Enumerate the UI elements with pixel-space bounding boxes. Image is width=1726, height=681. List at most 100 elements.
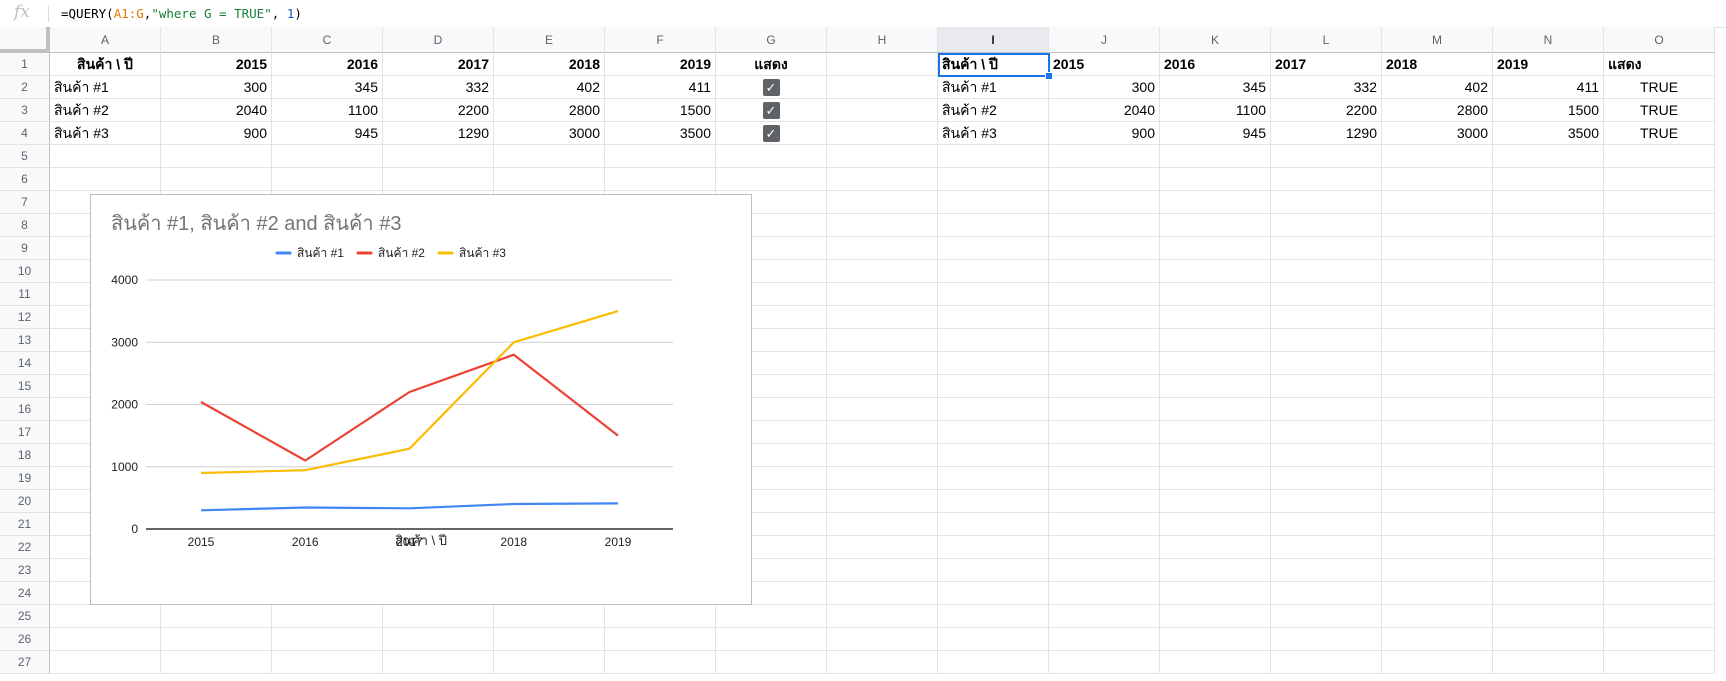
cell-i20[interactable] — [938, 490, 1049, 513]
cell-m19[interactable] — [1382, 467, 1493, 490]
cell-n18[interactable] — [1493, 444, 1604, 467]
cell-h9[interactable] — [827, 237, 938, 260]
cell-j17[interactable] — [1049, 421, 1160, 444]
cell-m18[interactable] — [1382, 444, 1493, 467]
cell-n5[interactable] — [1493, 145, 1604, 168]
query-header-cell[interactable]: 2015 — [1049, 53, 1160, 76]
query-value-cell[interactable]: 2800 — [1382, 99, 1493, 122]
cell-l9[interactable] — [1271, 237, 1382, 260]
cell-j13[interactable] — [1049, 329, 1160, 352]
cell-n6[interactable] — [1493, 168, 1604, 191]
cell-h23[interactable] — [827, 559, 938, 582]
cell-j19[interactable] — [1049, 467, 1160, 490]
cell-h13[interactable] — [827, 329, 938, 352]
column-header-n[interactable]: N — [1493, 27, 1604, 53]
query-value-cell[interactable]: 3000 — [1382, 122, 1493, 145]
cell-o14[interactable] — [1604, 352, 1715, 375]
cell-n14[interactable] — [1493, 352, 1604, 375]
cell-g6[interactable] — [716, 168, 827, 191]
column-header-a[interactable]: A — [50, 27, 161, 53]
source-row-name[interactable]: สินค้า #3 — [50, 122, 161, 145]
cell-i21[interactable] — [938, 513, 1049, 536]
select-all-corner[interactable] — [0, 27, 50, 53]
cell-l10[interactable] — [1271, 260, 1382, 283]
cell-o11[interactable] — [1604, 283, 1715, 306]
row-header-23[interactable]: 23 — [0, 559, 50, 582]
formula-input[interactable]: =QUERY(A1:G,"where G = TRUE", 1) — [61, 6, 302, 21]
cell-a25[interactable] — [50, 605, 161, 628]
cell-h12[interactable] — [827, 306, 938, 329]
cell-k19[interactable] — [1160, 467, 1271, 490]
cell-l20[interactable] — [1271, 490, 1382, 513]
row-header-25[interactable]: 25 — [0, 605, 50, 628]
row-header-19[interactable]: 19 — [0, 467, 50, 490]
query-value-cell[interactable]: 1100 — [1160, 99, 1271, 122]
cell-m9[interactable] — [1382, 237, 1493, 260]
source-value-cell[interactable]: 300 — [161, 76, 272, 99]
source-value-cell[interactable]: 2040 — [161, 99, 272, 122]
cell-j6[interactable] — [1049, 168, 1160, 191]
cell-h4[interactable] — [827, 122, 938, 145]
cell-k25[interactable] — [1160, 605, 1271, 628]
cell-h2[interactable] — [827, 76, 938, 99]
cell-f27[interactable] — [605, 651, 716, 674]
source-header-cell[interactable]: 2017 — [383, 53, 494, 76]
cell-h6[interactable] — [827, 168, 938, 191]
query-value-cell[interactable]: 332 — [1271, 76, 1382, 99]
cell-l6[interactable] — [1271, 168, 1382, 191]
cell-c6[interactable] — [272, 168, 383, 191]
cell-l11[interactable] — [1271, 283, 1382, 306]
cell-k20[interactable] — [1160, 490, 1271, 513]
cell-h11[interactable] — [827, 283, 938, 306]
cell-n25[interactable] — [1493, 605, 1604, 628]
cell-h5[interactable] — [827, 145, 938, 168]
cell-h1[interactable] — [827, 53, 938, 76]
cell-l7[interactable] — [1271, 191, 1382, 214]
source-value-cell[interactable]: 3000 — [494, 122, 605, 145]
cell-i9[interactable] — [938, 237, 1049, 260]
cell-m21[interactable] — [1382, 513, 1493, 536]
cell-l19[interactable] — [1271, 467, 1382, 490]
cell-k14[interactable] — [1160, 352, 1271, 375]
cell-l14[interactable] — [1271, 352, 1382, 375]
cell-j11[interactable] — [1049, 283, 1160, 306]
cell-h27[interactable] — [827, 651, 938, 674]
cell-d27[interactable] — [383, 651, 494, 674]
cell-k15[interactable] — [1160, 375, 1271, 398]
cell-i25[interactable] — [938, 605, 1049, 628]
cell-o21[interactable] — [1604, 513, 1715, 536]
source-value-cell[interactable]: 945 — [272, 122, 383, 145]
cell-o18[interactable] — [1604, 444, 1715, 467]
cell-c5[interactable] — [272, 145, 383, 168]
cell-h20[interactable] — [827, 490, 938, 513]
cell-e26[interactable] — [494, 628, 605, 651]
cell-n15[interactable] — [1493, 375, 1604, 398]
cell-o26[interactable] — [1604, 628, 1715, 651]
cell-h25[interactable] — [827, 605, 938, 628]
cell-j22[interactable] — [1049, 536, 1160, 559]
cell-o19[interactable] — [1604, 467, 1715, 490]
cell-e25[interactable] — [494, 605, 605, 628]
source-value-cell[interactable]: 2200 — [383, 99, 494, 122]
cell-c26[interactable] — [272, 628, 383, 651]
cell-o8[interactable] — [1604, 214, 1715, 237]
row-header-14[interactable]: 14 — [0, 352, 50, 375]
query-value-cell[interactable]: 3500 — [1493, 122, 1604, 145]
row-header-8[interactable]: 8 — [0, 214, 50, 237]
row-header-26[interactable]: 26 — [0, 628, 50, 651]
query-row-name[interactable]: สินค้า #2 — [938, 99, 1049, 122]
query-value-cell[interactable]: 345 — [1160, 76, 1271, 99]
row-header-7[interactable]: 7 — [0, 191, 50, 214]
cell-k16[interactable] — [1160, 398, 1271, 421]
query-flag-cell[interactable]: TRUE — [1604, 99, 1715, 122]
query-flag-cell[interactable]: TRUE — [1604, 76, 1715, 99]
cell-h18[interactable] — [827, 444, 938, 467]
column-header-f[interactable]: F — [605, 27, 716, 53]
cell-j16[interactable] — [1049, 398, 1160, 421]
cell-l8[interactable] — [1271, 214, 1382, 237]
cell-n26[interactable] — [1493, 628, 1604, 651]
cell-b5[interactable] — [161, 145, 272, 168]
cell-k10[interactable] — [1160, 260, 1271, 283]
cell-m5[interactable] — [1382, 145, 1493, 168]
cell-l22[interactable] — [1271, 536, 1382, 559]
